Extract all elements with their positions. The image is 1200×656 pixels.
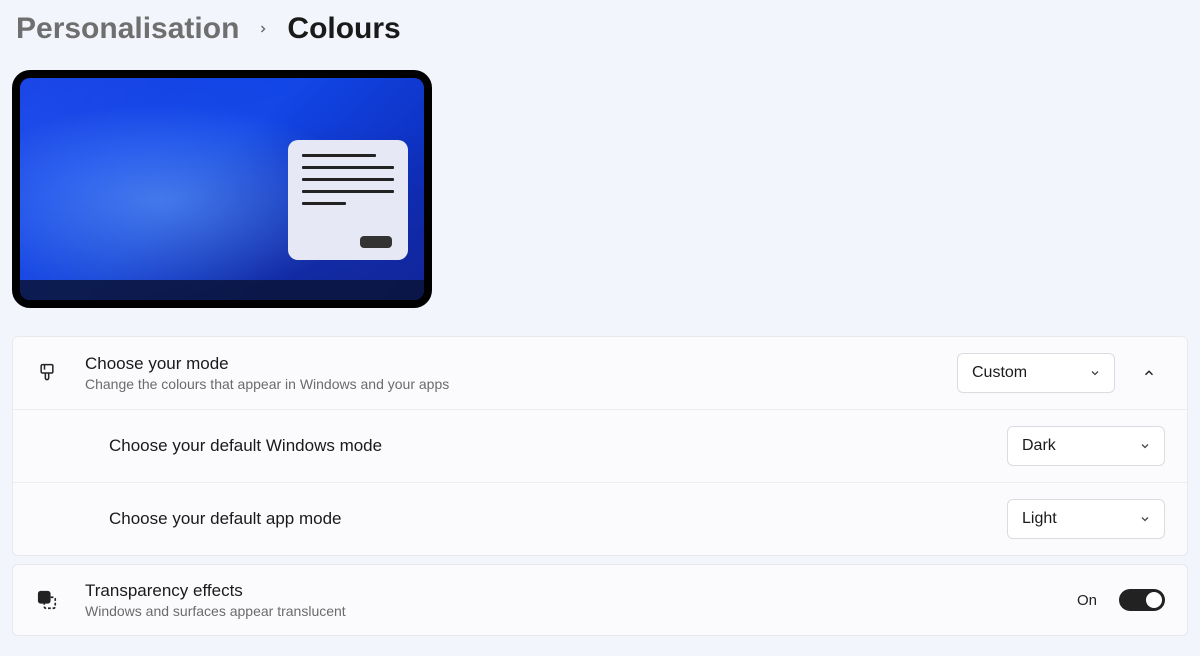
chevron-up-icon — [1142, 366, 1156, 380]
app-mode-value: Light — [1022, 510, 1057, 528]
windows-mode-select[interactable]: Dark — [1007, 426, 1165, 466]
app-mode-select[interactable]: Light — [1007, 499, 1165, 539]
preview-taskbar — [20, 280, 424, 300]
choose-mode-subtitle: Change the colours that appear in Window… — [85, 376, 957, 392]
transparency-title: Transparency effects — [85, 581, 1077, 601]
choose-mode-row: Choose your mode Change the colours that… — [13, 337, 1187, 410]
breadcrumb-current: Colours — [287, 12, 400, 46]
app-mode-title: Choose your default app mode — [109, 509, 1007, 529]
breadcrumb-parent[interactable]: Personalisation — [16, 12, 239, 46]
breadcrumb: Personalisation Colours — [12, 12, 1188, 46]
choose-mode-value: Custom — [972, 364, 1027, 382]
desktop-preview — [12, 70, 432, 308]
preview-app-window — [288, 140, 408, 260]
app-mode-row: Choose your default app mode Light — [13, 483, 1187, 555]
collapse-button[interactable] — [1133, 357, 1165, 389]
chevron-down-icon — [1088, 366, 1102, 380]
transparency-subtitle: Windows and surfaces appear translucent — [85, 603, 1077, 619]
windows-mode-title: Choose your default Windows mode — [109, 436, 1007, 456]
choose-mode-select[interactable]: Custom — [957, 353, 1115, 393]
chevron-right-icon — [257, 19, 269, 40]
windows-mode-value: Dark — [1022, 437, 1056, 455]
toggle-knob — [1146, 592, 1162, 608]
chevron-down-icon — [1138, 439, 1152, 453]
choose-mode-card: Choose your mode Change the colours that… — [12, 336, 1188, 556]
transparency-state-label: On — [1077, 592, 1097, 609]
transparency-toggle[interactable] — [1119, 589, 1165, 611]
transparency-card: Transparency effects Windows and surface… — [12, 564, 1188, 636]
windows-mode-row: Choose your default Windows mode Dark — [13, 410, 1187, 483]
transparency-icon — [35, 589, 59, 611]
chevron-down-icon — [1138, 512, 1152, 526]
transparency-row: Transparency effects Windows and surface… — [13, 565, 1187, 635]
choose-mode-title: Choose your mode — [85, 354, 957, 374]
brush-icon — [35, 362, 59, 384]
